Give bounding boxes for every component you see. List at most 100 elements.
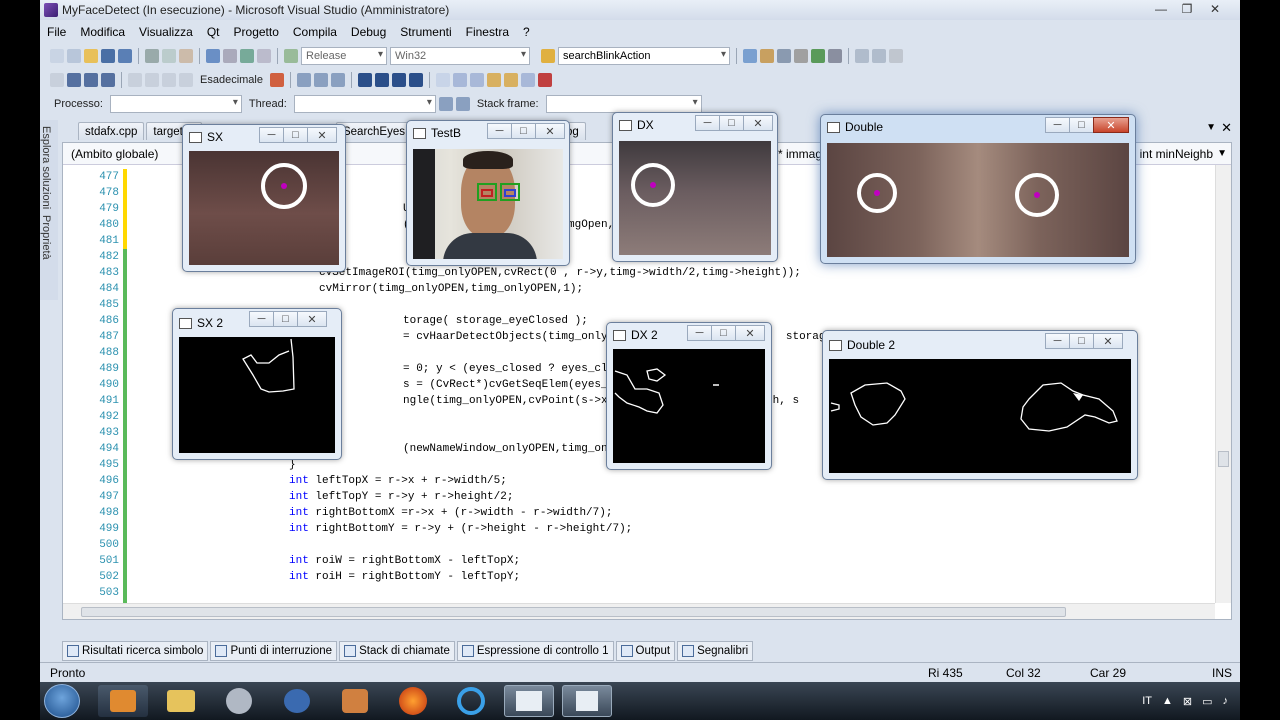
minimize-icon[interactable]: ─ xyxy=(259,127,284,143)
code-line[interactable]: (newNameWindow_onlyOPEN,timg_onlyOPE xyxy=(403,441,641,457)
close-icon[interactable]: ✕ xyxy=(1093,117,1129,133)
code-line[interactable]: cvSetImageROI(timg_onlyOPEN,cvRect(0 , r… xyxy=(319,265,801,281)
app-circle-icon[interactable] xyxy=(214,685,264,717)
stack-frame-dropdown[interactable] xyxy=(545,95,702,113)
maximize-icon[interactable]: □ xyxy=(273,311,298,327)
thread-dropdown[interactable] xyxy=(293,95,436,113)
close-icon[interactable]: ✕ xyxy=(307,127,337,143)
tab-list-icon[interactable]: ▼ xyxy=(1206,122,1216,133)
show-next-statement-icon[interactable] xyxy=(128,73,142,87)
maximize-icon[interactable]: □ xyxy=(711,325,736,341)
tab-bookmarks[interactable]: Segnalibri xyxy=(677,641,754,661)
minimize-icon[interactable]: — xyxy=(1148,0,1174,18)
tab-breakpoints[interactable]: Punti di interruzione xyxy=(210,641,338,661)
firefox-icon[interactable] xyxy=(388,685,438,717)
command-window-icon[interactable] xyxy=(828,49,842,63)
tab-watch[interactable]: Espressione di controllo 1 xyxy=(456,641,614,661)
solution-explorer-tab[interactable]: Esplora soluzioni xyxy=(40,120,52,209)
code-line[interactable]: s = (CvRect*)cvGetSeqElem(eyes_clos xyxy=(403,377,634,393)
debug-console-icon[interactable] xyxy=(562,685,612,717)
stop-icon[interactable] xyxy=(84,73,98,87)
tab-call-stack[interactable]: Stack di chiamate xyxy=(339,641,455,661)
menu-file[interactable]: File xyxy=(40,25,73,39)
filter-icon[interactable] xyxy=(438,97,453,111)
code-line[interactable]: int rightBottomY = r->y + (r->height - r… xyxy=(289,521,632,537)
copy-icon[interactable] xyxy=(162,49,176,63)
font-icon[interactable] xyxy=(330,73,345,87)
minimize-icon[interactable]: ─ xyxy=(249,311,274,327)
object-browser-icon[interactable] xyxy=(811,49,825,63)
minimize-icon[interactable]: ─ xyxy=(695,115,720,131)
find-in-files-icon[interactable] xyxy=(743,49,757,63)
menu-strumenti[interactable]: Strumenti xyxy=(393,25,458,39)
bookmark-folder-icon[interactable] xyxy=(486,73,501,87)
member-dropdown-arrow-icon[interactable]: ▼ xyxy=(1217,148,1227,159)
menu-debug[interactable]: Debug xyxy=(344,25,393,39)
visual-studio-taskbar-icon[interactable] xyxy=(330,685,380,717)
code-line[interactable]: int roiW = rightBottomX - leftTopX; xyxy=(289,553,520,569)
scope-dropdown[interactable]: (Ambito globale) xyxy=(63,147,158,161)
solution-explorer-icon[interactable] xyxy=(760,49,774,63)
restart-icon[interactable] xyxy=(101,73,115,87)
vertical-scroll-thumb[interactable] xyxy=(1218,451,1229,467)
configuration-dropdown[interactable]: Release xyxy=(301,47,387,65)
step-into-icon[interactable] xyxy=(145,73,159,87)
close-icon[interactable]: ✕ xyxy=(743,115,773,131)
cv-window-testb[interactable]: TestB ─ □ ✕ xyxy=(406,120,570,266)
navigate-forward-icon[interactable] xyxy=(257,49,271,63)
close-icon[interactable]: ✕ xyxy=(1202,0,1228,18)
redo-icon[interactable] xyxy=(223,49,237,63)
navigate-icon[interactable] xyxy=(240,49,254,63)
media-player-icon[interactable] xyxy=(98,685,148,717)
maximize-icon[interactable]: □ xyxy=(1069,333,1094,349)
horizontal-scroll-thumb[interactable] xyxy=(81,607,1066,617)
process-dropdown[interactable] xyxy=(109,95,242,113)
tab-symbol-search[interactable]: Risultati ricerca simbolo xyxy=(62,641,209,661)
maximize-icon[interactable]: □ xyxy=(719,115,744,131)
pointer-icon[interactable] xyxy=(313,73,328,87)
continue-icon[interactable] xyxy=(50,73,64,87)
minimize-icon[interactable]: ─ xyxy=(1045,117,1070,133)
menu-finestra[interactable]: Finestra xyxy=(459,25,516,39)
maximize-icon[interactable]: □ xyxy=(1069,117,1094,133)
close-tab-icon[interactable]: ✕ xyxy=(1221,120,1232,136)
layout-icon[interactable] xyxy=(855,49,869,63)
maximize-icon[interactable]: □ xyxy=(511,123,536,139)
tray-expand-icon[interactable]: ▲ xyxy=(1162,695,1173,707)
code-line[interactable]: torage( storage_eyeClosed ); xyxy=(403,313,588,329)
add-item-icon[interactable] xyxy=(67,49,81,63)
step-out-icon[interactable] xyxy=(179,73,193,87)
network-icon[interactable]: ⊠ xyxy=(1183,695,1192,708)
toolbox-icon[interactable] xyxy=(794,49,808,63)
platform-dropdown[interactable]: Win32 xyxy=(390,47,530,65)
tab-stdafx[interactable]: stdafx.cpp xyxy=(78,122,145,140)
horizontal-scrollbar[interactable] xyxy=(63,603,1215,619)
member-dropdown[interactable]: int minNeighb xyxy=(1140,147,1213,161)
code-line[interactable]: int rightBottomX =r->x + (r->width - r->… xyxy=(289,505,612,521)
cv-window-dx[interactable]: DX ─ □ ✕ xyxy=(612,112,778,262)
filter-2-icon[interactable] xyxy=(455,97,470,111)
comment-icon[interactable] xyxy=(391,73,406,87)
tab-output[interactable]: Output xyxy=(615,641,676,661)
misc-icon[interactable] xyxy=(889,49,903,63)
close-icon[interactable]: ✕ xyxy=(297,311,327,327)
start-button[interactable] xyxy=(44,684,80,718)
tab-searcheyes[interactable]: SearchEyes xyxy=(335,122,412,140)
bookmark-next-icon[interactable] xyxy=(469,73,484,87)
code-line[interactable]: int roiH = rightBottomY - leftTopY; xyxy=(289,569,520,585)
cv-window-sx[interactable]: SX ─ □ ✕ xyxy=(182,124,346,272)
code-line[interactable]: int leftTopY = r->y + r->height/2; xyxy=(289,489,513,505)
indent-icon[interactable] xyxy=(357,73,372,87)
code-line[interactable]: = 0; y < (eyes_closed ? eyes_closed- xyxy=(403,361,641,377)
properties-tab[interactable]: Proprietà xyxy=(40,209,52,260)
undo-icon[interactable] xyxy=(206,49,220,63)
find-dropdown[interactable]: searchBlinkAction xyxy=(558,47,730,65)
bookmark-folder-2-icon[interactable] xyxy=(503,73,518,87)
cv-window-double2[interactable]: Double 2 ─ □ ✕ xyxy=(822,330,1138,480)
close-icon[interactable]: ✕ xyxy=(1093,333,1123,349)
start-debug-icon[interactable] xyxy=(284,49,298,63)
output-icon[interactable] xyxy=(296,73,311,87)
outdent-icon[interactable] xyxy=(374,73,389,87)
save-icon[interactable] xyxy=(101,49,115,63)
paste-icon[interactable] xyxy=(179,49,193,63)
